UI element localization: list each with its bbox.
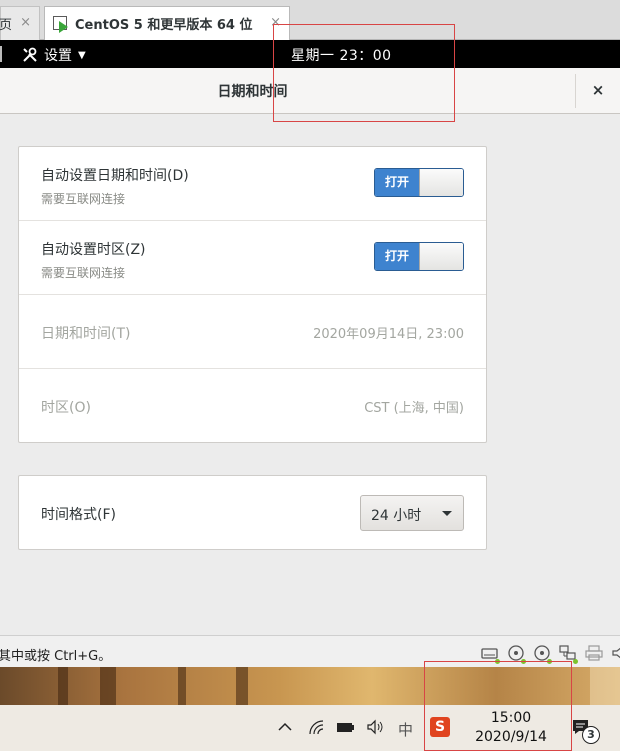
notification-count-badge: 3 — [582, 726, 600, 744]
timezone-label: 时区(O) — [41, 400, 91, 416]
settings-app-menu[interactable]: 设置 ▼ — [22, 45, 86, 65]
switch-on-label: 打开 — [375, 243, 419, 270]
datetime-row: 日期和时间(T) 2020年09月14日, 23:00 — [19, 295, 486, 369]
cd-drive-icon[interactable] — [532, 644, 552, 664]
cd-drive-icon[interactable] — [506, 644, 526, 664]
input-method-indicator[interactable]: 中 — [398, 719, 413, 740]
auto-datetime-sublabel: 需要互联网连接 — [41, 192, 126, 206]
vm-tab-previous[interactable]: 页 × — [0, 6, 40, 40]
annotation-highlight-taskbar-clock — [424, 661, 572, 751]
timezone-value: CST (上海, 中国) — [364, 401, 464, 416]
vm-power-icon — [53, 15, 69, 33]
auto-timezone-label: 自动设置时区(Z) — [41, 242, 146, 258]
close-icon[interactable]: × — [20, 15, 31, 30]
headerbar-separator — [575, 74, 576, 108]
auto-datetime-switch[interactable]: 打开 — [374, 168, 464, 197]
tools-icon — [23, 47, 37, 62]
volume-icon[interactable] — [366, 719, 386, 739]
window-body: 自动设置日期和时间(D) 需要互联网连接 打开 自动设置时区(Z) 需要互联网连… — [0, 114, 620, 635]
status-hint: 其中或按 Ctrl+G。 — [0, 649, 112, 664]
timezone-row: 时区(O) CST (上海, 中国) — [19, 369, 486, 443]
vm-tab-previous-label: 页 — [0, 18, 13, 33]
datetime-label: 日期和时间(T) — [41, 326, 131, 342]
vm-tab-centos-label: CentOS 5 和更早版本 64 位 — [75, 18, 253, 33]
battery-icon[interactable] — [336, 719, 356, 739]
switch-knob — [419, 243, 463, 270]
time-format-selected: 24 小时 — [371, 508, 422, 524]
auto-timezone-row[interactable]: 自动设置时区(Z) 需要互联网连接 打开 — [19, 221, 486, 295]
show-hidden-icons-icon[interactable] — [277, 719, 293, 739]
time-format-dropdown[interactable]: 24 小时 — [360, 495, 464, 531]
network-adapter-icon[interactable] — [558, 644, 578, 664]
vm-tab-centos[interactable]: CentOS 5 和更早版本 64 位 × — [44, 6, 290, 40]
datetime-settings-card: 自动设置日期和时间(D) 需要互联网连接 打开 自动设置时区(Z) 需要互联网连… — [18, 146, 487, 443]
datetime-value: 2020年09月14日, 23:00 — [313, 327, 464, 342]
activities-edge[interactable] — [0, 46, 2, 62]
time-format-row: 时间格式(F) 24 小时 — [19, 476, 486, 549]
vm-device-icons — [480, 644, 620, 664]
auto-timezone-sublabel: 需要互联网连接 — [41, 266, 126, 280]
auto-timezone-switch[interactable]: 打开 — [374, 242, 464, 271]
printer-icon[interactable] — [584, 644, 604, 662]
chevron-down-icon — [442, 511, 452, 516]
caret-down-icon: ▼ — [78, 49, 86, 61]
auto-datetime-row[interactable]: 自动设置日期和时间(D) 需要互联网连接 打开 — [19, 147, 486, 221]
switch-on-label: 打开 — [375, 169, 419, 196]
settings-app-menu-label: 设置 — [44, 48, 72, 64]
time-format-label: 时间格式(F) — [41, 507, 116, 523]
wifi-icon[interactable] — [308, 719, 326, 739]
notification-center-icon[interactable]: 3 — [572, 719, 600, 744]
annotation-highlight-topbar-clock — [273, 24, 455, 122]
auto-datetime-label: 自动设置日期和时间(D) — [41, 168, 189, 184]
speaker-icon[interactable] — [610, 644, 620, 662]
close-window-button[interactable]: × — [588, 80, 608, 100]
switch-knob — [419, 169, 463, 196]
hard-disk-icon[interactable] — [480, 644, 500, 664]
time-format-card: 时间格式(F) 24 小时 — [18, 475, 487, 550]
device-active-indicator — [573, 659, 578, 664]
